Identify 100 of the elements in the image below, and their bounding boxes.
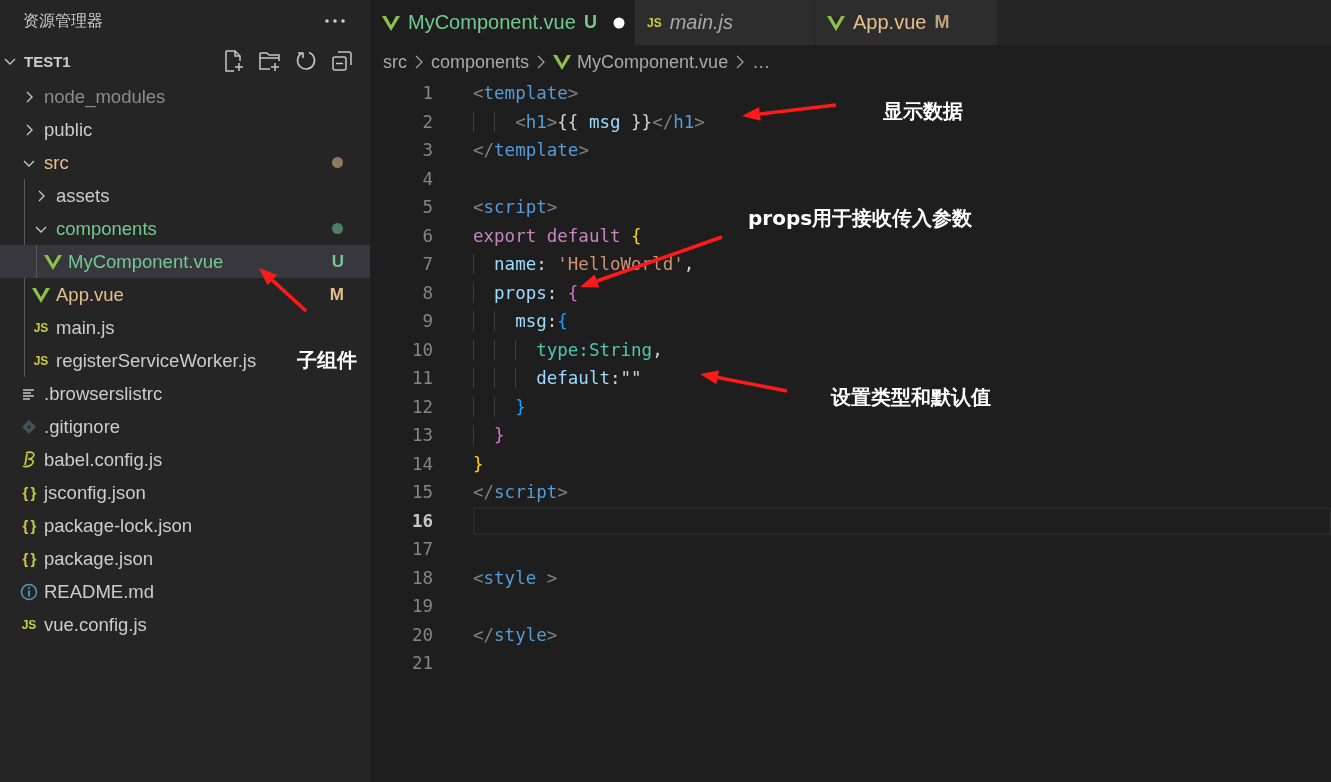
js-icon: JS	[33, 353, 49, 368]
code-token: >	[578, 140, 589, 161]
breadcrumb-item[interactable]: …	[752, 51, 771, 73]
code-token: {	[631, 225, 642, 246]
code-token: h1	[673, 111, 695, 132]
line-number: 10	[410, 339, 433, 360]
code-token: props	[493, 282, 547, 303]
panel-title: 资源管理器	[23, 10, 103, 31]
tree-item[interactable]: { } package.json	[0, 542, 178, 575]
new-file-icon[interactable]	[222, 49, 246, 73]
line-number: 9	[421, 311, 433, 332]
code-token: >	[557, 482, 568, 503]
js-icon: JS	[21, 617, 37, 632]
tree-item[interactable]: App.vue M	[0, 278, 370, 311]
tree-item[interactable]: components	[0, 212, 370, 245]
tree-item[interactable]: JS main.js	[0, 311, 139, 344]
tree-item[interactable]: public	[0, 113, 117, 146]
code-token: default	[535, 368, 610, 389]
code-token: }	[514, 396, 526, 417]
code-token: type:String	[535, 339, 653, 360]
code-token: >	[694, 111, 705, 132]
line-number: 17	[410, 539, 433, 560]
editor-tab[interactable]: App.vue M	[815, 0, 998, 45]
babel-icon	[21, 450, 37, 469]
tree-item[interactable]: README.md	[0, 575, 178, 608]
code-token: name	[493, 254, 537, 275]
line-number: 15	[410, 482, 433, 503]
line-number: 6	[421, 225, 433, 246]
line-number: 14	[410, 453, 433, 474]
code-token: template	[483, 83, 568, 104]
code-token: >	[546, 111, 558, 132]
annotation-label: 子组件	[297, 347, 357, 374]
vue-icon	[32, 286, 50, 303]
tree-item[interactable]: JS vue.config.js	[0, 608, 171, 641]
line-number: 1	[421, 83, 433, 104]
code-token: template	[494, 140, 579, 161]
code-token: {	[567, 282, 579, 303]
code-token: <	[473, 567, 484, 588]
unsaved-dot-icon	[612, 16, 625, 29]
code-token: >	[545, 567, 558, 588]
js-icon: JS	[33, 320, 49, 335]
tree-item[interactable]: .browserslistrc	[0, 377, 187, 410]
braces-icon: { }	[22, 550, 36, 567]
breadcrumb-item[interactable]: components	[431, 51, 530, 73]
breadcrumb-item[interactable]: src	[383, 51, 407, 73]
js-icon: JS	[647, 15, 662, 30]
tree-item[interactable]: assets	[0, 179, 134, 212]
status-letter: M	[934, 12, 950, 33]
chevron-right-icon	[413, 54, 425, 70]
code-token: }	[473, 453, 484, 474]
tree-item[interactable]: babel.config.js	[0, 443, 187, 476]
arrow	[259, 268, 308, 313]
code-token: {{	[557, 111, 580, 132]
tree-item[interactable]: MyComponent.vue U	[0, 245, 370, 278]
code-token: :	[546, 282, 559, 303]
tree-item[interactable]: { } package-lock.json	[0, 509, 217, 542]
tree-item[interactable]: node_modules	[0, 80, 190, 113]
section-title[interactable]: TEST1	[24, 52, 71, 70]
code-token: h1	[525, 111, 547, 132]
tree-item[interactable]: src	[0, 146, 370, 179]
code-token: <	[473, 83, 484, 104]
code-token: >	[567, 83, 579, 104]
info-icon	[20, 582, 38, 601]
breadcrumb-item[interactable]: MyComponent.vue	[577, 51, 729, 73]
code-token: {	[557, 311, 568, 332]
line-number: 21	[410, 653, 433, 674]
braces-icon: { }	[22, 484, 36, 501]
collapse-icon[interactable]	[330, 49, 354, 73]
code-token: <	[473, 197, 484, 218]
diamond-icon	[21, 418, 37, 435]
code-token: :""	[609, 368, 642, 389]
line-number: 11	[410, 368, 433, 389]
code-token: :	[536, 254, 548, 275]
annotation-label: 显示数据	[883, 98, 963, 125]
code-token: style	[483, 567, 537, 588]
status-letter: U	[583, 12, 597, 33]
line-number: 19	[410, 596, 433, 617]
line-number: 13	[410, 425, 433, 446]
status-letter: U	[331, 251, 344, 272]
code-token: script	[483, 197, 547, 218]
editor-tab[interactable]: MyComponent.vue U	[370, 0, 635, 45]
tree-item[interactable]: { } jsconfig.json	[0, 476, 170, 509]
vue-icon	[382, 14, 400, 31]
code-token: </	[652, 111, 674, 132]
code-token: }}	[630, 111, 653, 132]
code-token: </	[473, 482, 495, 503]
refresh-icon[interactable]	[294, 49, 318, 73]
new-folder-icon[interactable]	[258, 49, 282, 73]
code-token: <	[514, 111, 526, 132]
code-token: msg	[588, 111, 621, 132]
annotation-label: props用于接收传入参数	[748, 205, 973, 232]
code-token: ,	[683, 254, 695, 275]
code-token: ,	[652, 339, 663, 360]
status-letter: M	[329, 284, 344, 305]
tree-item[interactable]: JS registerServiceWorker.js	[0, 344, 281, 377]
tree-item[interactable]: .gitignore	[0, 410, 145, 443]
editor-tab[interactable]: JS main.js	[635, 0, 815, 45]
code-token: >	[546, 197, 558, 218]
vue-icon	[553, 54, 572, 70]
code-token: >	[546, 624, 558, 645]
